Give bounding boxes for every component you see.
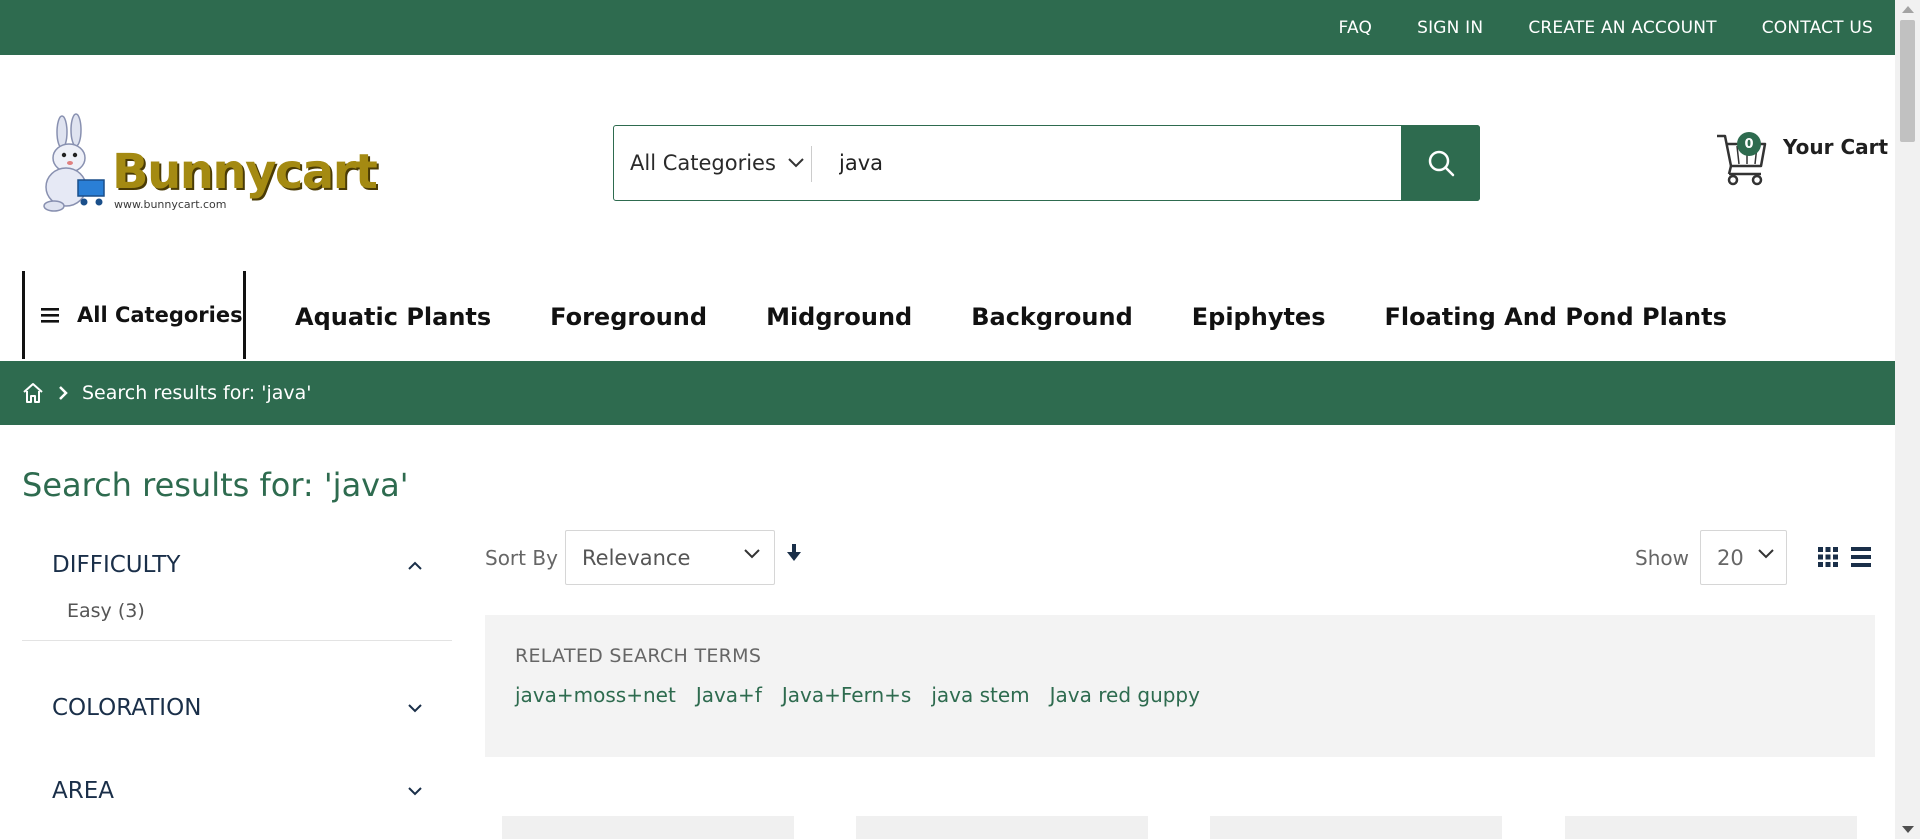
search-bar: All Categories <box>613 125 1480 201</box>
nav-menu: Aquatic Plants Foreground Midground Back… <box>295 271 1727 363</box>
grid-view-icon[interactable] <box>1818 547 1838 567</box>
category-nav: All Categories Aquatic Plants Foreground… <box>22 271 1872 359</box>
faq-link[interactable]: FAQ <box>1339 18 1373 38</box>
chevron-right-icon <box>59 386 68 400</box>
chevron-up-icon <box>408 561 422 570</box>
product-card[interactable] <box>502 816 794 839</box>
nav-item-midground[interactable]: Midground <box>766 303 912 331</box>
all-categories-button[interactable]: All Categories <box>22 271 246 359</box>
show-limit-select[interactable]: 20 <box>1700 530 1787 585</box>
breadcrumb: Search results for: 'java' <box>0 361 1895 425</box>
search-category-dropdown[interactable]: All Categories <box>614 126 812 200</box>
contact-us-link[interactable]: CONTACT US <box>1762 18 1873 38</box>
filter-option-easy[interactable]: Easy (3) <box>22 600 452 640</box>
home-icon[interactable] <box>22 382 44 404</box>
logo-url-text: www.bunnycart.com <box>114 198 227 211</box>
cart-label: Your Cart <box>1783 135 1889 159</box>
related-term-link[interactable]: java+moss+net <box>515 683 676 707</box>
search-category-label: All Categories <box>630 151 776 175</box>
related-term-link[interactable]: Java red guppy <box>1050 683 1200 707</box>
show-label: Show <box>1635 546 1689 570</box>
product-card[interactable] <box>856 816 1148 839</box>
related-term-link[interactable]: java stem <box>931 683 1029 707</box>
list-view-icon[interactable] <box>1851 547 1871 567</box>
filter-difficulty-title: DIFFICULTY <box>52 552 181 578</box>
filter-area: AREA <box>22 756 452 826</box>
sort-by-value: Relevance <box>582 545 691 570</box>
breadcrumb-current: Search results for: 'java' <box>82 382 312 404</box>
top-bar: FAQ SIGN IN CREATE AN ACCOUNT CONTACT US <box>0 0 1895 55</box>
filter-coloration: COLORATION <box>22 673 452 743</box>
all-categories-label: All Categories <box>77 303 243 327</box>
sort-by-label: Sort By <box>485 546 558 570</box>
hamburger-menu-icon <box>41 308 59 323</box>
scrollbar-thumb[interactable] <box>1900 20 1915 142</box>
related-search-title: RELATED SEARCH TERMS <box>515 645 762 667</box>
scroll-down-arrow-icon[interactable] <box>1902 826 1914 833</box>
logo-wordmark: Bunnycart <box>112 144 378 200</box>
related-search-terms: RELATED SEARCH TERMS java+moss+net Java+… <box>485 615 1875 757</box>
create-account-link[interactable]: CREATE AN ACCOUNT <box>1528 18 1716 38</box>
nav-item-foreground[interactable]: Foreground <box>550 303 707 331</box>
chevron-down-icon <box>744 549 760 559</box>
cart-count-badge: 0 <box>1737 132 1761 156</box>
product-grid <box>502 816 1882 839</box>
chevron-down-icon <box>408 703 422 712</box>
scroll-up-arrow-icon[interactable] <box>1902 6 1914 13</box>
related-terms-list: java+moss+net Java+f Java+Fern+s java st… <box>515 683 1845 707</box>
sign-in-link[interactable]: SIGN IN <box>1417 18 1483 38</box>
filter-coloration-header[interactable]: COLORATION <box>22 673 452 743</box>
search-icon <box>1428 150 1454 177</box>
show-limit-value: 20 <box>1717 545 1744 570</box>
nav-item-background[interactable]: Background <box>971 303 1133 331</box>
filter-coloration-title: COLORATION <box>52 695 202 721</box>
filter-sidebar: DIFFICULTY Easy (3) COLORATION AREA <box>22 530 452 826</box>
page-scrollbar[interactable] <box>1895 0 1920 839</box>
sort-by-select[interactable]: Relevance <box>565 530 775 585</box>
filter-area-header[interactable]: AREA <box>22 756 452 826</box>
page-title: Search results for: 'java' <box>22 466 409 504</box>
top-links: FAQ SIGN IN CREATE AN ACCOUNT CONTACT US <box>1339 0 1873 55</box>
related-term-link[interactable]: Java+f <box>696 683 762 707</box>
search-button[interactable] <box>1401 125 1480 201</box>
bunny-mascot-icon <box>43 113 105 212</box>
product-card[interactable] <box>1565 816 1857 839</box>
site-logo[interactable]: Bunnycart www.bunnycart.com <box>28 112 378 214</box>
chevron-down-icon <box>788 158 804 168</box>
cart-link[interactable]: 0 Your Cart <box>1715 128 1888 186</box>
nav-item-aquatic-plants[interactable]: Aquatic Plants <box>295 303 491 331</box>
chevron-down-icon <box>1758 549 1774 559</box>
filter-area-title: AREA <box>52 778 114 804</box>
nav-item-epiphytes[interactable]: Epiphytes <box>1192 303 1326 331</box>
search-input[interactable] <box>812 126 1401 200</box>
sort-direction-arrow-icon[interactable] <box>787 544 801 562</box>
related-term-link[interactable]: Java+Fern+s <box>782 683 911 707</box>
nav-item-floating-and-pond-plants[interactable]: Floating And Pond Plants <box>1385 303 1727 331</box>
results-toolbar: Sort By Relevance Show 20 <box>485 530 1875 586</box>
filter-difficulty: DIFFICULTY Easy (3) <box>22 530 452 641</box>
chevron-down-icon <box>408 786 422 795</box>
product-card[interactable] <box>1210 816 1502 839</box>
filter-difficulty-header[interactable]: DIFFICULTY <box>22 530 452 600</box>
